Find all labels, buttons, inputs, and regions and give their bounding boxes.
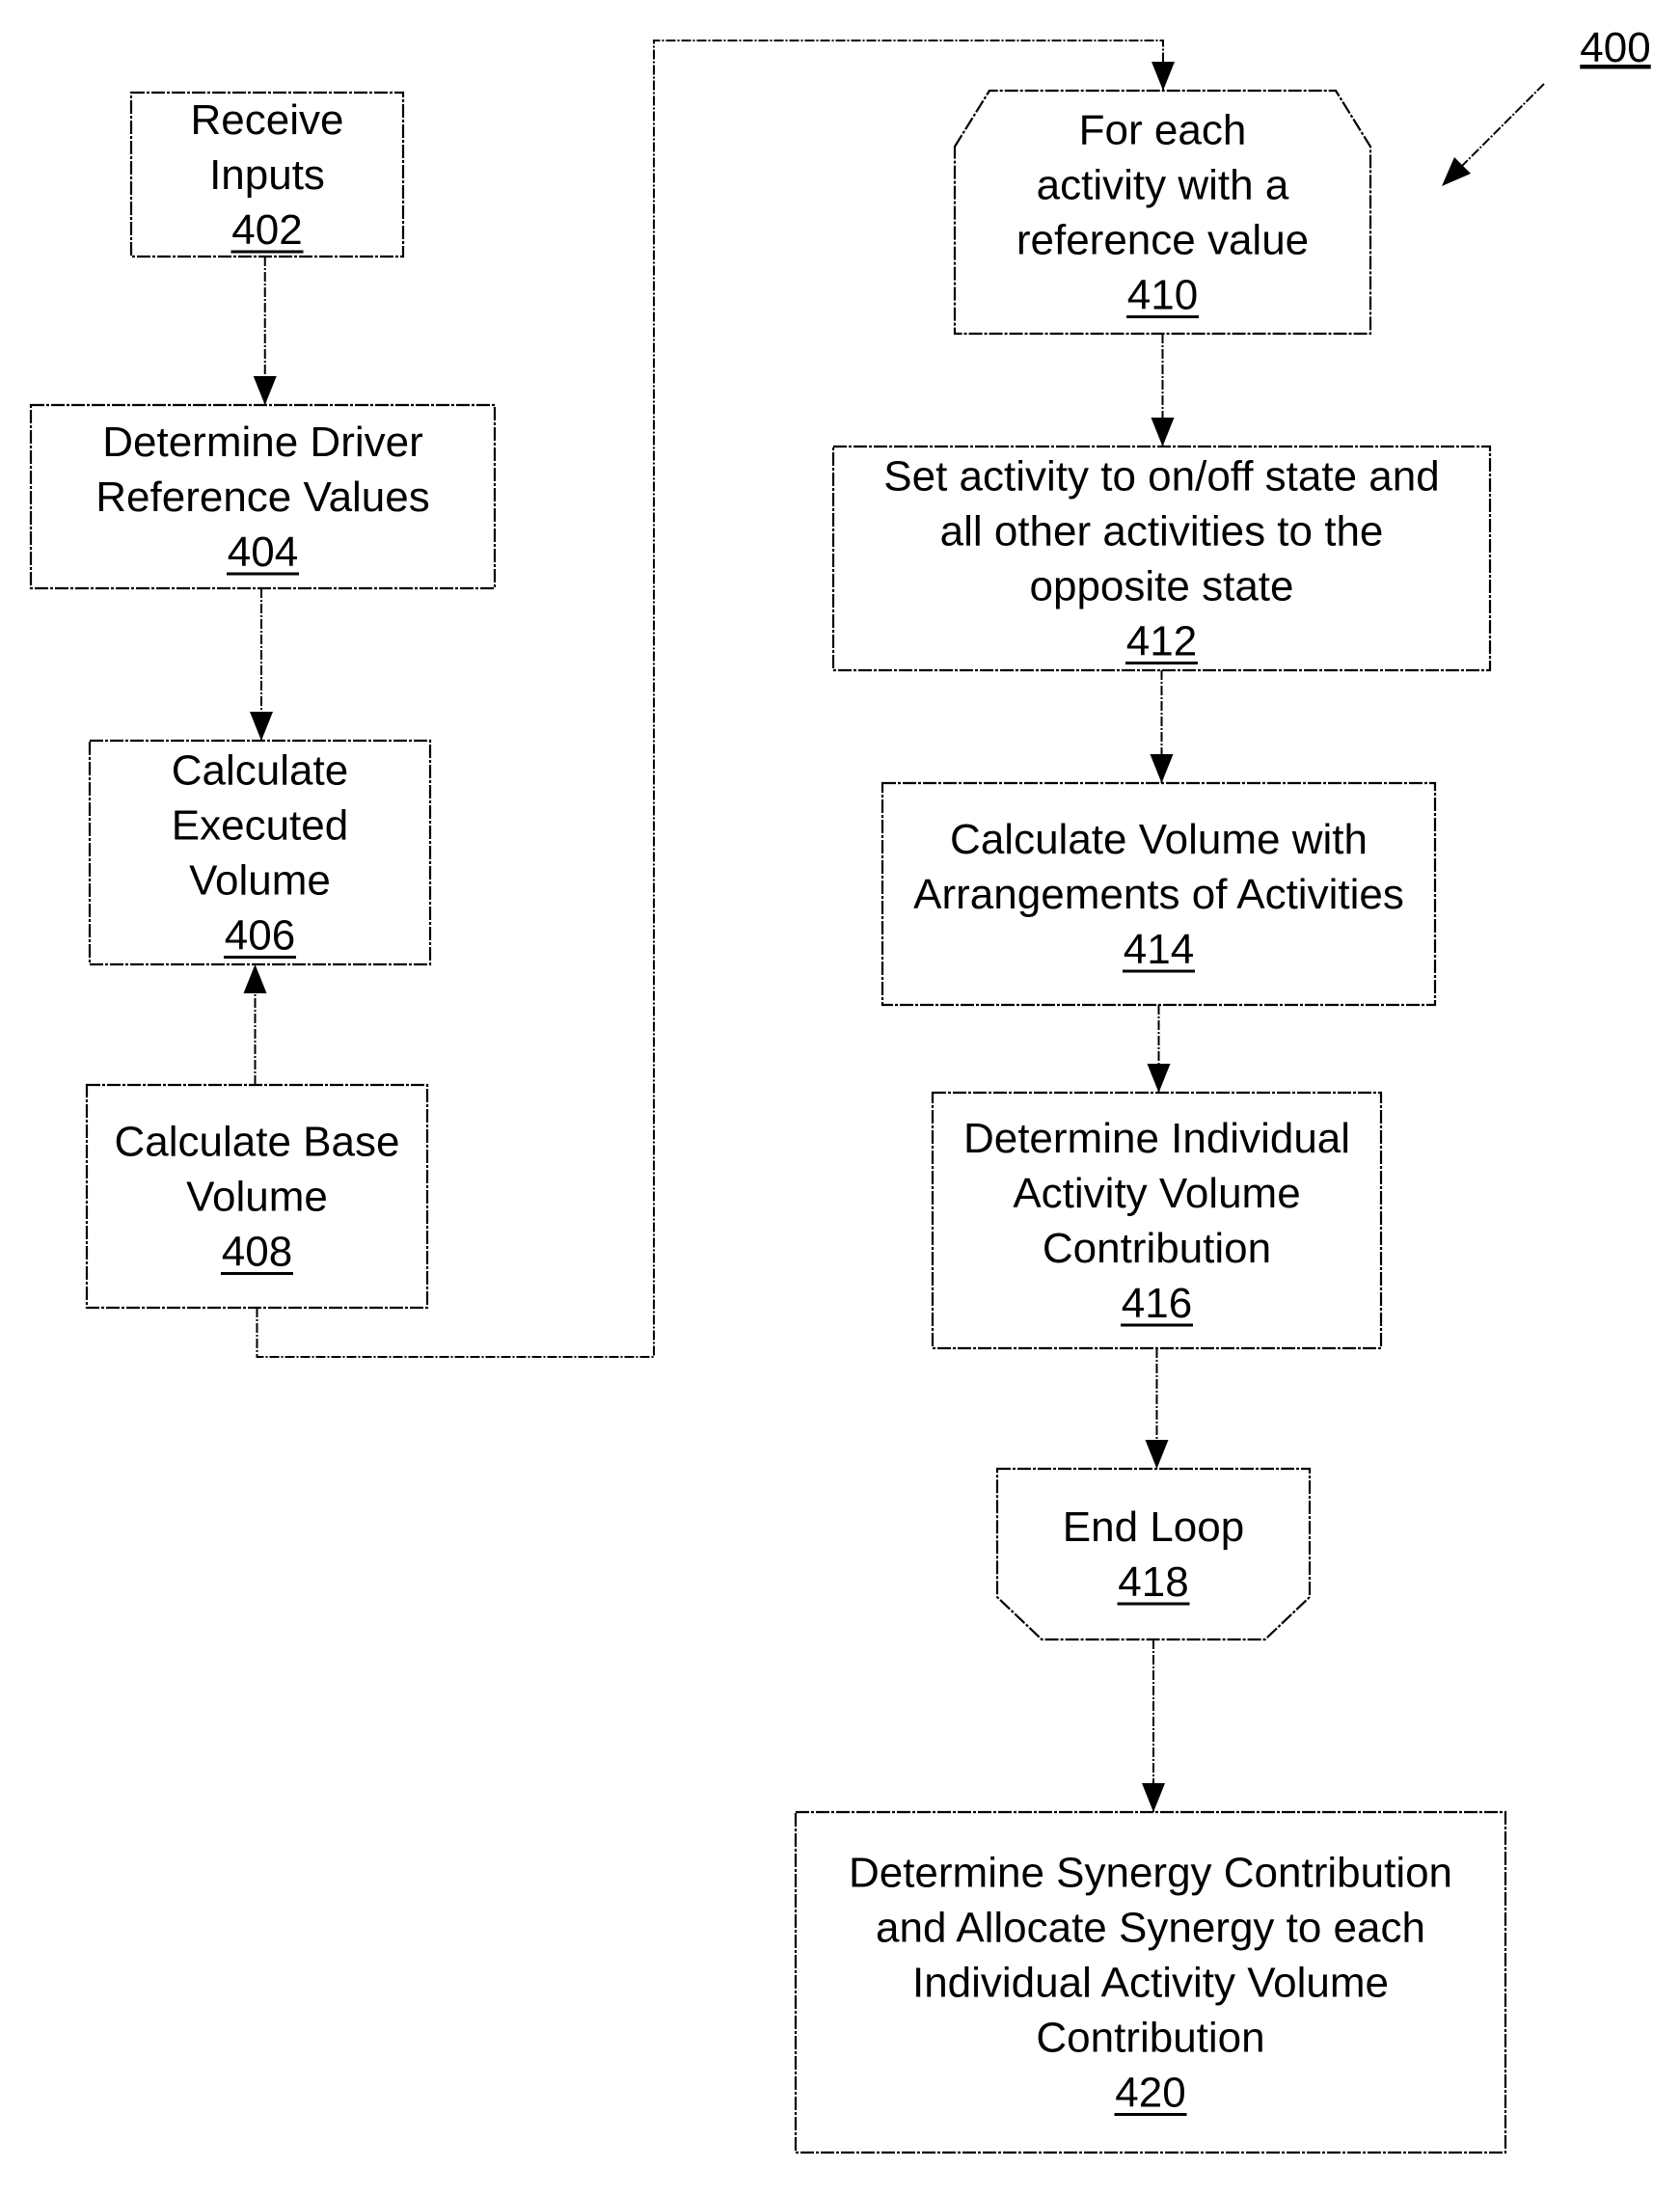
step-reference-number: 402 (231, 206, 302, 254)
step-label-line: Inputs (209, 151, 325, 199)
step-label-line: Determine Synergy Contribution (849, 1850, 1452, 1897)
step-label-line: reference value (1016, 217, 1309, 264)
step-402: Receive Inputs 402 (129, 91, 405, 258)
step-label-line: End Loop (1063, 1503, 1244, 1551)
figure-reference: 400 (1442, 24, 1651, 186)
arrowhead-icon (1142, 1783, 1165, 1812)
step-408: Calculate Base Volume 408 (85, 1083, 429, 1310)
step-label-line: Receive (191, 96, 344, 144)
arrowhead-icon (1145, 1440, 1169, 1469)
step-label-line: and Allocate Synergy to each (876, 1905, 1425, 1952)
arrowhead-icon (250, 712, 273, 741)
step-418: End Loop 418 (995, 1467, 1312, 1641)
step-404: Determine Driver Reference Values 404 (29, 403, 497, 590)
step-label-line: Volume (186, 1174, 328, 1221)
step-label-line: Reference Values (95, 474, 430, 521)
step-label-line: Contribution (1043, 1225, 1271, 1272)
step-412: Set activity to on/off state and all othe… (831, 445, 1492, 672)
arrowhead-icon (1151, 418, 1175, 447)
step-420: Determine Synergy Contribution and Alloca… (794, 1810, 1507, 2154)
step-label-line: For each (1079, 107, 1247, 154)
process-steps: Receive Inputs 402 Determine Driver Referenc… (29, 89, 1507, 2154)
step-406: Calculate Executed Volume 406 (88, 739, 432, 966)
step-reference-number: 410 (1127, 272, 1198, 319)
step-label-line: all other activities to the (940, 508, 1384, 555)
step-416: Determine Individual Activity Volume Contr… (931, 1091, 1383, 1350)
figure-pointer-line (1457, 83, 1545, 171)
flowchart-400: Receive Inputs 402 Determine Driver Referenc… (29, 24, 1651, 2154)
step-reference-number: 416 (1122, 1280, 1192, 1327)
step-reference-number: 418 (1118, 1558, 1188, 1606)
step-label-line: Individual Activity Volume (912, 1960, 1389, 2007)
step-reference-number: 404 (228, 528, 298, 576)
arrowhead-icon (253, 376, 277, 405)
step-reference-number: 414 (1124, 926, 1194, 973)
step-reference-number: 408 (222, 1229, 292, 1276)
step-label-line: Activity Volume (1013, 1170, 1300, 1217)
step-label-line: Volume (189, 857, 331, 905)
step-label-line: Determine Individual (963, 1115, 1350, 1162)
step-label-line: Calculate (172, 747, 348, 795)
step-label-line: Calculate Volume with (950, 816, 1368, 863)
figure-number: 400 (1580, 24, 1650, 71)
step-reference-number: 420 (1115, 2070, 1185, 2117)
step-label-line: activity with a (1037, 162, 1289, 209)
step-reference-number: 412 (1126, 618, 1197, 665)
arrowhead-icon (243, 964, 267, 993)
arrowhead-icon (1150, 754, 1174, 783)
loop-end-shape (995, 1467, 1312, 1641)
step-410: For each activity with a reference value 41… (953, 89, 1372, 336)
arrowhead-icon (1152, 62, 1175, 91)
step-label-line: Executed (172, 802, 348, 850)
arrowhead-icon (1147, 1064, 1171, 1093)
step-label-line: Arrangements of Activities (913, 871, 1404, 918)
step-label-line: Determine Driver (102, 419, 423, 466)
step-label-line: Calculate Base (115, 1119, 400, 1166)
step-label-line: Contribution (1036, 2015, 1264, 2062)
step-reference-number: 406 (225, 912, 295, 960)
step-label-line: opposite state (1030, 563, 1294, 610)
step-414: Calculate Volume with Arrangements of Act… (881, 781, 1437, 1007)
step-label-line: Set activity to on/off state and (883, 453, 1439, 501)
